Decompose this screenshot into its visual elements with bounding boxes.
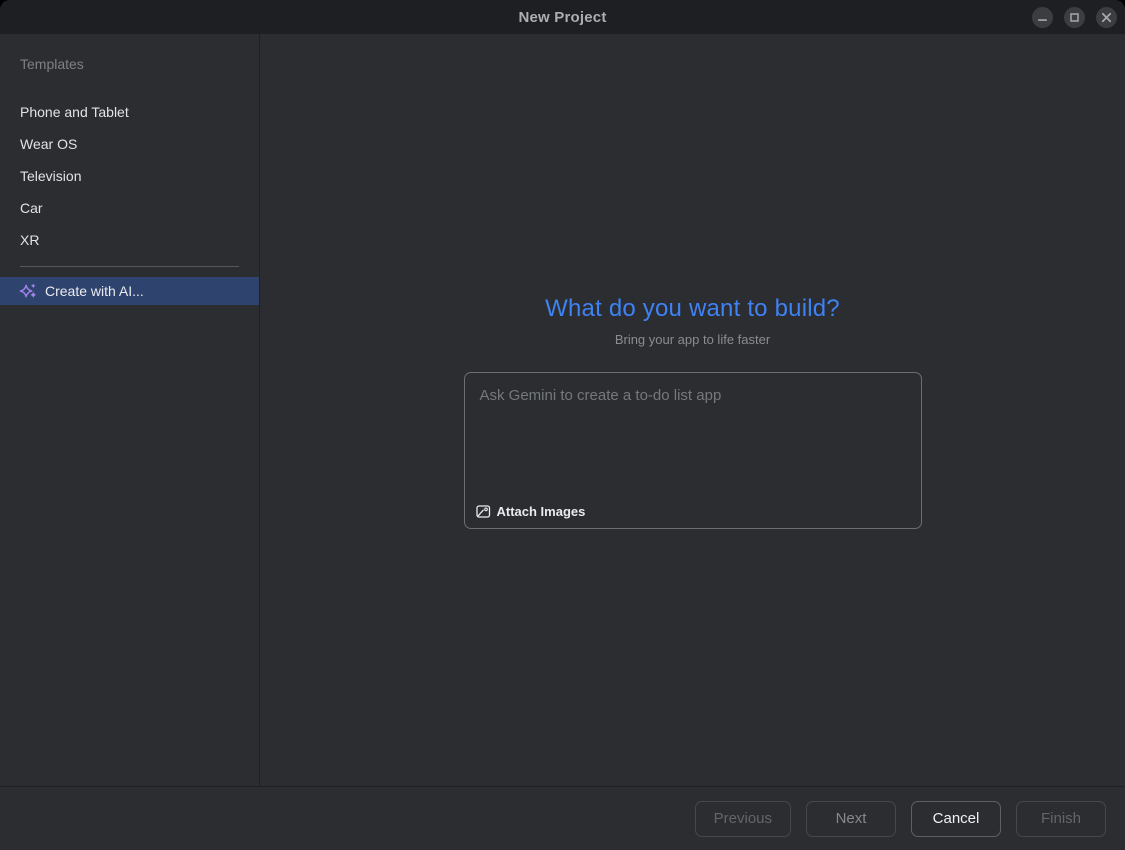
minimize-button[interactable] <box>1032 7 1053 28</box>
gemini-prompt-input[interactable] <box>465 373 921 485</box>
previous-button[interactable]: Previous <box>695 801 791 837</box>
sidebar-item-car[interactable]: Car <box>0 192 259 224</box>
sidebar-divider <box>20 266 239 267</box>
window-controls <box>1032 0 1117 34</box>
next-button[interactable]: Next <box>806 801 896 837</box>
close-button[interactable] <box>1096 7 1117 28</box>
minimize-icon <box>1037 12 1048 23</box>
attach-images-label: Attach Images <box>497 504 586 519</box>
page-subtitle: Bring your app to life faster <box>464 331 922 349</box>
gemini-sparkle-icon <box>19 282 38 301</box>
title-bar: New Project <box>0 0 1125 34</box>
page-title: What do you want to build? <box>464 292 922 326</box>
sidebar-item-television[interactable]: Television <box>0 160 259 192</box>
templates-sidebar: Templates Phone and Tablet Wear OS Telev… <box>0 34 260 786</box>
new-project-dialog: New Project Templates Phone <box>0 0 1125 850</box>
finish-button[interactable]: Finish <box>1016 801 1106 837</box>
maximize-icon <box>1069 12 1080 23</box>
sidebar-item-create-with-ai[interactable]: Create with AI... <box>0 277 259 305</box>
cancel-button[interactable]: Cancel <box>911 801 1001 837</box>
sidebar-item-phone-and-tablet[interactable]: Phone and Tablet <box>0 96 259 128</box>
dialog-footer: Previous Next Cancel Finish <box>0 786 1125 850</box>
sidebar-item-label: Create with AI... <box>45 283 144 299</box>
sidebar-header: Templates <box>0 54 259 74</box>
maximize-button[interactable] <box>1064 7 1085 28</box>
image-icon <box>476 504 491 519</box>
sidebar-item-wear-os[interactable]: Wear OS <box>0 128 259 160</box>
dialog-body: Templates Phone and Tablet Wear OS Telev… <box>0 34 1125 786</box>
attach-images-button[interactable]: Attach Images <box>476 504 586 519</box>
sidebar-item-xr[interactable]: XR <box>0 224 259 256</box>
dialog-title: New Project <box>518 9 606 26</box>
prompt-box: Attach Images <box>464 372 922 529</box>
main-panel: What do you want to build? Bring your ap… <box>260 34 1125 786</box>
close-icon <box>1101 12 1112 23</box>
